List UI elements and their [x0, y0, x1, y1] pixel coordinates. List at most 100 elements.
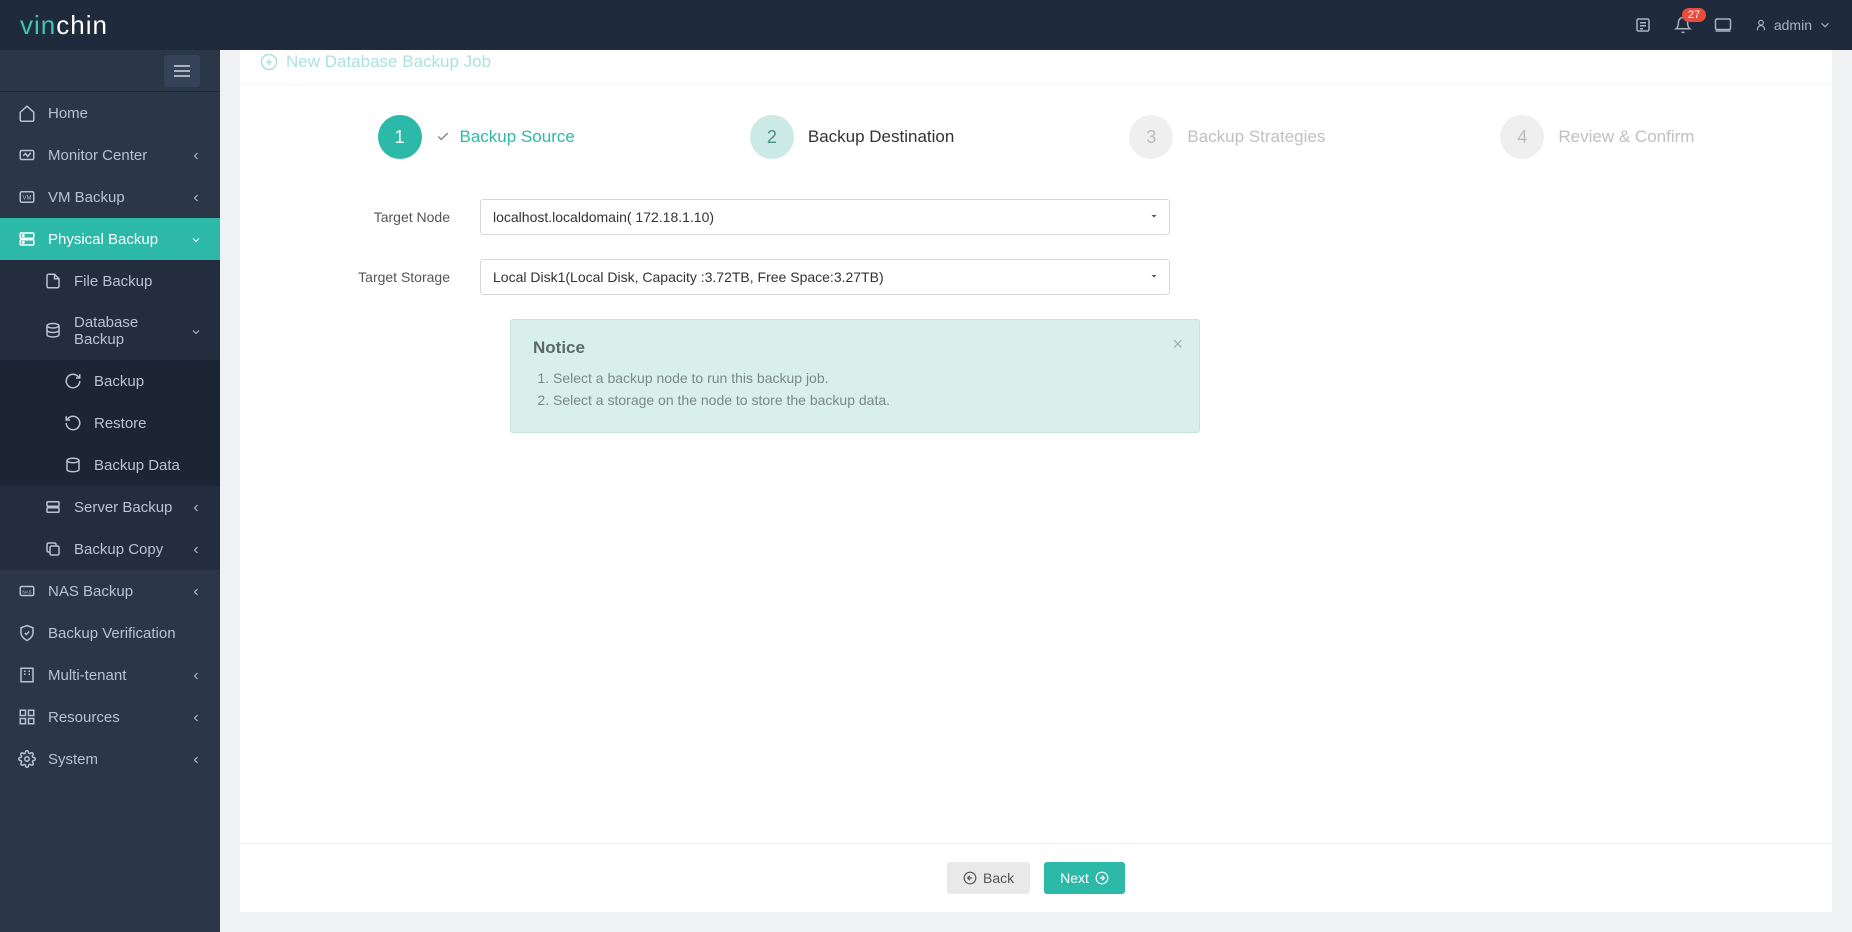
sidebar-toggle-row — [0, 50, 220, 92]
sidebar-label: Restore — [94, 415, 202, 432]
sidebar-item-home[interactable]: Home — [0, 92, 220, 134]
sidebar-item-vm-backup[interactable]: VM VM Backup — [0, 176, 220, 218]
sidebar-item-backup[interactable]: Backup — [0, 360, 220, 402]
logo-part2: chin — [56, 10, 108, 40]
next-label: Next — [1060, 870, 1089, 886]
step-4[interactable]: 4 Review & Confirm — [1500, 115, 1694, 159]
log-icon[interactable] — [1634, 16, 1652, 34]
close-icon[interactable]: × — [1172, 334, 1183, 355]
display-icon[interactable] — [1714, 16, 1732, 34]
building-icon — [18, 666, 36, 684]
hamburger-icon[interactable] — [164, 55, 200, 87]
wizard-stepper: 1 Backup Source 2 Backup Destination 3 B… — [240, 85, 1832, 179]
chevron-left-icon — [190, 191, 202, 203]
form-row-target-storage: Target Storage Local Disk1(Local Disk, C… — [300, 259, 1772, 295]
target-node-label: Target Node — [300, 209, 480, 225]
server-icon — [18, 230, 36, 248]
notification-badge: 27 — [1682, 8, 1706, 22]
sidebar-item-system[interactable]: System — [0, 738, 220, 780]
sidebar-label: System — [48, 751, 178, 768]
sidebar-item-nas-backup[interactable]: NAS NAS Backup — [0, 570, 220, 612]
step-1[interactable]: 1 Backup Source — [378, 115, 575, 159]
nas-icon: NAS — [18, 582, 36, 600]
sidebar-label: NAS Backup — [48, 583, 178, 600]
step-number: 3 — [1129, 115, 1173, 159]
sidebar-item-backup-copy[interactable]: Backup Copy — [0, 528, 220, 570]
user-menu[interactable]: admin — [1754, 17, 1832, 33]
step-label: Backup Strategies — [1187, 127, 1325, 147]
sidebar-label: Home — [48, 105, 202, 122]
sidebar-sub-database: Backup Restore Backup Data — [0, 360, 220, 486]
chevron-down-icon — [190, 233, 202, 245]
notice-list: Select a backup node to run this backup … — [533, 370, 1177, 408]
sidebar-label: Server Backup — [74, 499, 178, 516]
step-2[interactable]: 2 Backup Destination — [750, 115, 954, 159]
sidebar-item-server-backup[interactable]: Server Backup — [0, 486, 220, 528]
form-row-target-node: Target Node localhost.localdomain( 172.1… — [300, 199, 1772, 235]
chevron-left-icon — [190, 585, 202, 597]
target-storage-select[interactable]: Local Disk1(Local Disk, Capacity :3.72TB… — [480, 259, 1170, 295]
svg-text:VM: VM — [23, 195, 32, 201]
sidebar-label: Backup — [94, 373, 202, 390]
sidebar-item-restore[interactable]: Restore — [0, 402, 220, 444]
step-3[interactable]: 3 Backup Strategies — [1129, 115, 1325, 159]
target-storage-label: Target Storage — [300, 269, 480, 285]
wizard-footer: Back Next — [240, 843, 1832, 912]
step-number: 1 — [378, 115, 422, 159]
plus-circle-icon — [260, 53, 278, 71]
chevron-left-icon — [190, 669, 202, 681]
gear-icon — [18, 750, 36, 768]
sidebar-label: Backup Verification — [48, 625, 202, 642]
sidebar-label: Resources — [48, 709, 178, 726]
notification-icon[interactable]: 27 — [1674, 16, 1692, 34]
step-number: 2 — [750, 115, 794, 159]
sidebar-item-physical-backup[interactable]: Physical Backup — [0, 218, 220, 260]
step-number: 4 — [1500, 115, 1544, 159]
chevron-left-icon — [190, 753, 202, 765]
sidebar-item-file-backup[interactable]: File Backup — [0, 260, 220, 302]
main-content: New Database Backup Job 1 Backup Source … — [220, 50, 1852, 932]
chevron-left-icon — [190, 149, 202, 161]
notice-title: Notice — [533, 338, 1177, 358]
target-node-select[interactable]: localhost.localdomain( 172.18.1.10) — [480, 199, 1170, 235]
back-label: Back — [983, 870, 1014, 886]
sidebar-item-multitenant[interactable]: Multi-tenant — [0, 654, 220, 696]
topbar: vinchin 27 admin — [0, 0, 1852, 50]
data-icon — [64, 456, 82, 474]
sidebar-label: Database Backup — [74, 314, 178, 348]
back-button[interactable]: Back — [947, 862, 1030, 894]
brand-logo: vinchin — [20, 10, 108, 41]
sidebar-label: Backup Copy — [74, 541, 178, 558]
page-header: New Database Backup Job — [240, 50, 1832, 85]
home-icon — [18, 104, 36, 122]
sidebar-label: Multi-tenant — [48, 667, 178, 684]
refresh-icon — [64, 372, 82, 390]
page-title: New Database Backup Job — [286, 52, 491, 72]
sidebar-label: Backup Data — [94, 457, 202, 474]
logo-part1: vin — [20, 10, 56, 40]
username: admin — [1774, 17, 1812, 33]
sidebar-item-backup-data[interactable]: Backup Data — [0, 444, 220, 486]
check-icon — [436, 129, 450, 146]
server-icon — [44, 498, 62, 516]
file-icon — [44, 272, 62, 290]
next-button[interactable]: Next — [1044, 862, 1125, 894]
notice-panel: × Notice Select a backup node to run thi… — [510, 319, 1200, 433]
restore-icon — [64, 414, 82, 432]
chevron-left-icon — [190, 711, 202, 723]
chevron-down-icon — [1818, 18, 1832, 32]
form-area: Target Node localhost.localdomain( 172.1… — [240, 179, 1832, 453]
chevron-left-icon — [190, 543, 202, 555]
svg-text:NAS: NAS — [22, 589, 31, 594]
sidebar-item-resources[interactable]: Resources — [0, 696, 220, 738]
sidebar-sub-physical: File Backup Database Backup Backup Resto… — [0, 260, 220, 570]
sidebar-item-verification[interactable]: Backup Verification — [0, 612, 220, 654]
sidebar: Home Monitor Center VM VM Backup Physica… — [0, 50, 220, 932]
monitor-icon — [18, 146, 36, 164]
notice-item: Select a backup node to run this backup … — [553, 370, 1177, 386]
sidebar-item-monitor[interactable]: Monitor Center — [0, 134, 220, 176]
database-icon — [44, 322, 62, 340]
sidebar-item-database-backup[interactable]: Database Backup — [0, 302, 220, 360]
arrow-left-icon — [963, 871, 977, 885]
notice-item: Select a storage on the node to store th… — [553, 392, 1177, 408]
